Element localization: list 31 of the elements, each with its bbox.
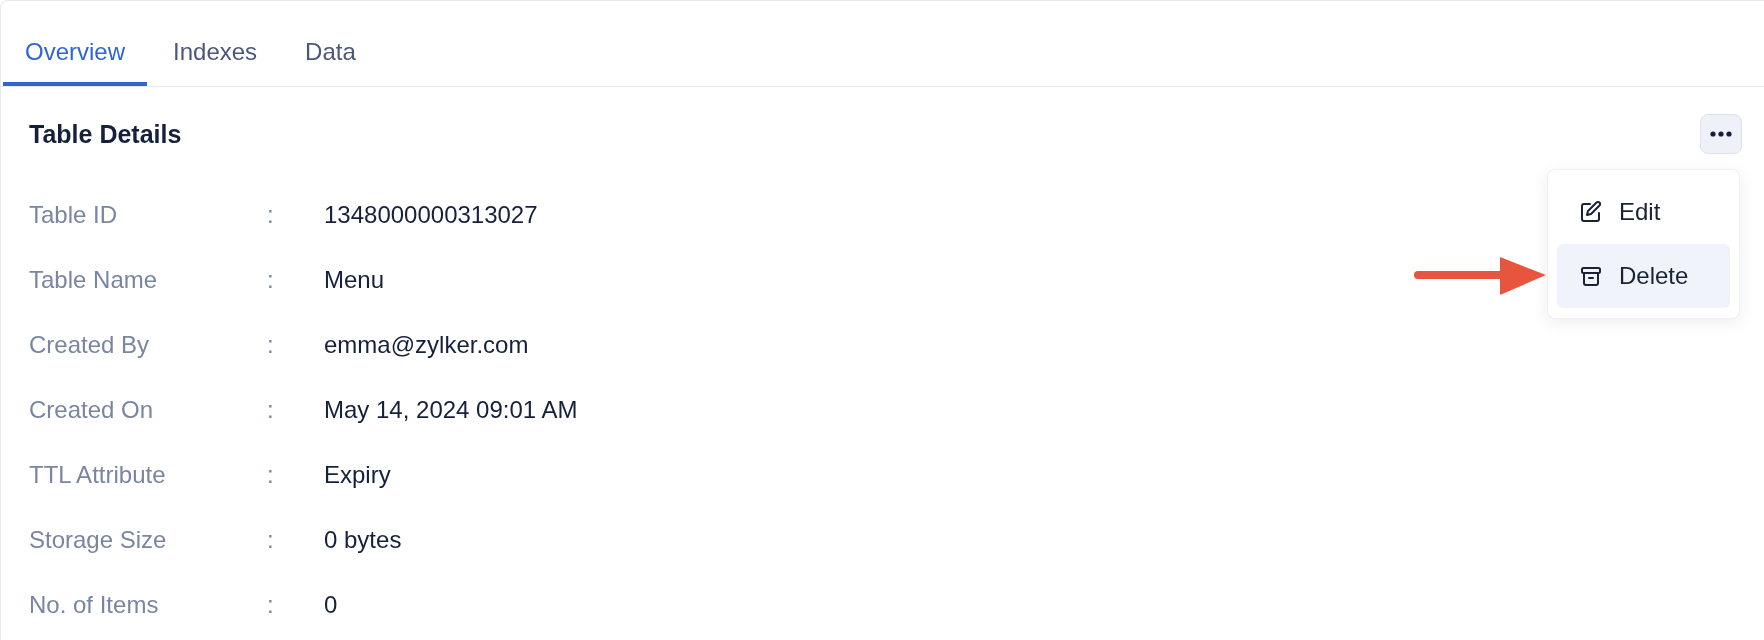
- separator: :: [267, 200, 274, 229]
- field-value: May 14, 2024 09:01 AM: [324, 395, 578, 424]
- field-value: Expiry: [324, 460, 391, 489]
- tab[interactable]: Indexes: [151, 1, 280, 86]
- menu-item[interactable]: Edit: [1557, 180, 1730, 244]
- field-label: Created By: [29, 330, 150, 359]
- separator: :: [267, 265, 274, 294]
- field-label: TTL Attribute: [29, 460, 166, 489]
- section-title: Table Details: [29, 119, 182, 149]
- separator: :: [267, 590, 274, 619]
- field-label: Storage Size: [29, 525, 167, 554]
- edit-icon: [1579, 200, 1603, 224]
- field-label: Table Name: [29, 265, 158, 294]
- tab[interactable]: Data: [283, 1, 378, 86]
- separator: :: [267, 330, 274, 359]
- archive-icon: [1579, 264, 1603, 288]
- field-label: Created On: [29, 395, 154, 424]
- field-value: emma@zylker.com: [324, 330, 529, 359]
- field-value: 1348000000313027: [324, 200, 538, 229]
- field-value: 0: [324, 590, 338, 619]
- field-value: 0 bytes: [324, 525, 402, 554]
- separator: :: [267, 460, 274, 489]
- field-label: No. of Items: [29, 590, 159, 619]
- separator: :: [267, 395, 274, 424]
- menu-item[interactable]: Delete: [1557, 244, 1730, 308]
- field-label: Table ID: [29, 200, 118, 229]
- more-button[interactable]: [1700, 114, 1742, 154]
- more-icon: [1710, 131, 1732, 137]
- field-value: Menu: [324, 265, 385, 294]
- separator: :: [267, 525, 274, 554]
- tab[interactable]: Overview: [3, 1, 148, 86]
